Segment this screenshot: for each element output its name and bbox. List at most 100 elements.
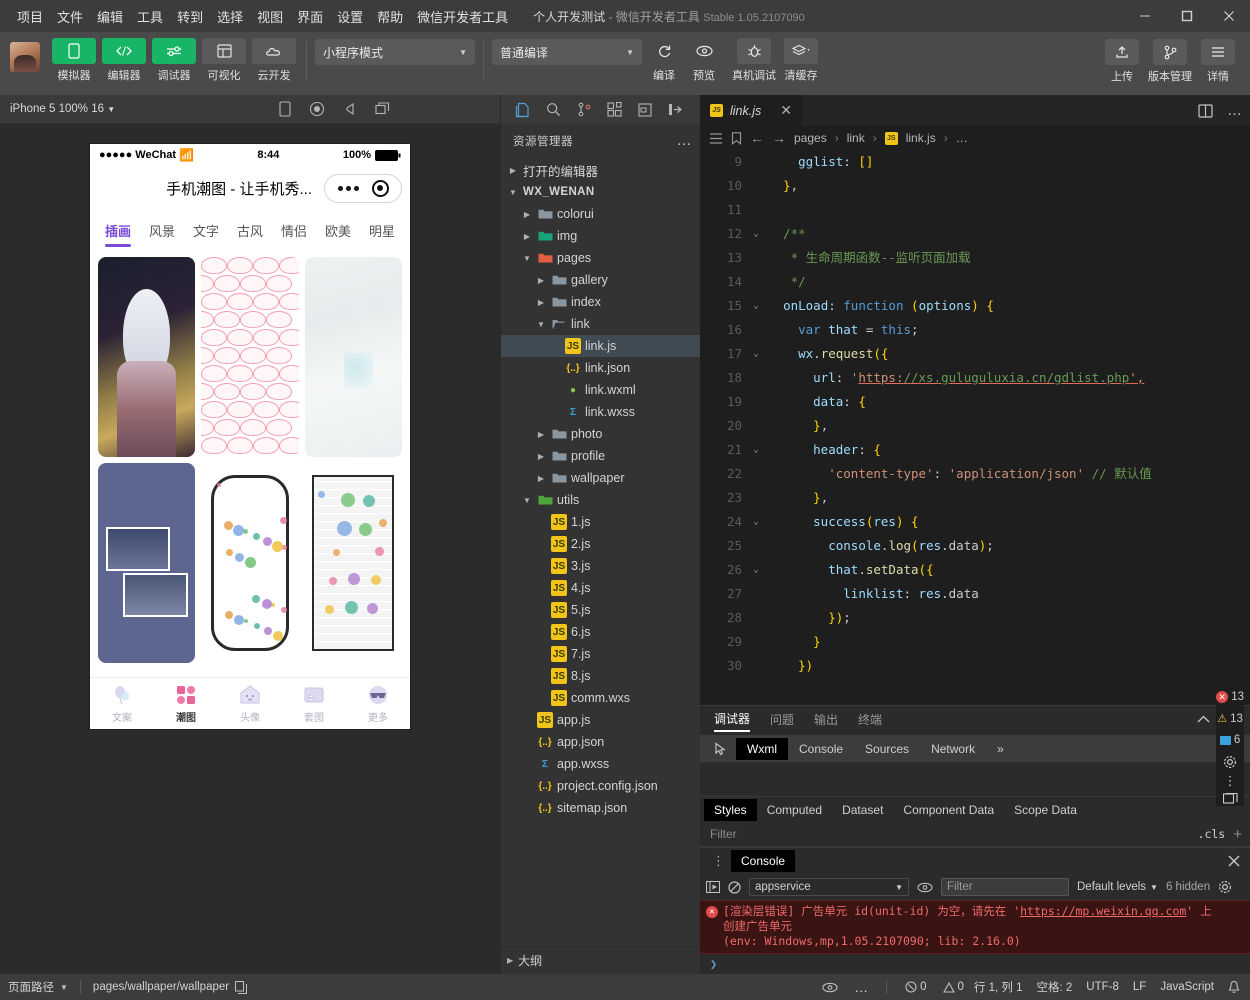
menu-item-view[interactable]: 视图 [250,4,290,29]
style-tab-computed[interactable]: Computed [757,799,832,821]
cls-button[interactable]: .cls [1198,827,1226,841]
editor-tab-linkjs[interactable]: JS link.js ✕ [700,95,803,126]
tree-open-editors[interactable]: ▶ 打开的编辑器 [501,159,700,181]
language-mode[interactable]: JavaScript [1160,981,1214,993]
breadcrumb-item-more[interactable]: … [956,131,968,145]
tree-item[interactable]: {..} link.json [501,357,700,379]
tree-item[interactable]: ▶ colorui [501,203,700,225]
console-levels-select[interactable]: Default levels ▼ [1077,881,1158,893]
eol[interactable]: LF [1133,981,1146,993]
code-line[interactable]: onLoad: function (options) { [768,294,1250,318]
console-prompt[interactable]: ❯ [700,954,1250,974]
menu-item-project[interactable]: 项目 [10,4,50,29]
console-error-link[interactable]: https://mp.weixin.qq.com [1020,904,1186,918]
tree-item[interactable]: ▼ link [501,313,700,335]
panel-tab-problems[interactable]: 问题 [770,711,794,731]
styles-filter-input[interactable]: Filter [710,827,737,841]
source-control-icon[interactable] [577,102,591,117]
code-line[interactable]: */ [768,270,1250,294]
toolbar-debugger-button[interactable]: 调试器 [150,38,198,83]
bookmark-icon[interactable] [731,131,742,145]
code-line[interactable]: gglist: [] [768,150,1250,174]
tree-item[interactable]: JS 8.js [501,665,700,687]
tree-project-root[interactable]: ▼ WX_WENAN [501,181,700,203]
upload-button[interactable]: 上传 [1102,39,1142,84]
error-badge[interactable]: ✕ 13 [1216,691,1244,703]
code-line[interactable]: data: { [768,390,1250,414]
tabbar-item-wenan[interactable]: 文案 [90,684,154,724]
code-line[interactable]: } [768,630,1250,654]
devtools-tab-wxml[interactable]: Wxml [736,737,788,760]
fold-marker[interactable]: ⌄ [748,510,764,534]
grid-item-image[interactable] [201,463,299,663]
tree-item[interactable]: {..} app.json [501,731,700,753]
more-icon[interactable]: … [677,132,693,149]
code-line[interactable]: }) [768,654,1250,678]
tree-item[interactable]: ▼ utils [501,489,700,511]
code-line[interactable]: }); [768,606,1250,630]
tree-item[interactable]: ▼ pages [501,247,700,269]
tree-item[interactable]: ▶ gallery [501,269,700,291]
minimize-icon[interactable] [1124,0,1166,32]
tree-item[interactable]: Σapp.wxss [501,753,700,775]
tree-item[interactable]: ▶ index [501,291,700,313]
tree-item[interactable]: JS 4.js [501,577,700,599]
menu-item-interface[interactable]: 界面 [290,4,330,29]
kebab-icon[interactable]: ⋮ [1224,774,1237,787]
real-device-debug-button[interactable]: 真机调试 [730,38,778,83]
style-tab-component-data[interactable]: Component Data [893,799,1004,821]
breadcrumb-item-linkjs[interactable]: link.js [906,131,936,145]
tree-item[interactable]: JS app.js [501,709,700,731]
code-line[interactable]: wx.request({ [768,342,1250,366]
compile-button[interactable]: 编译 [644,38,684,83]
search-icon[interactable] [546,102,561,117]
grid-item-image[interactable] [201,257,299,457]
grid-item-image[interactable] [98,463,196,663]
toolbar-visual-button[interactable]: 可视化 [200,38,248,83]
files-icon[interactable] [515,102,530,118]
code-line[interactable]: var that = this; [768,318,1250,342]
tabbar-item-gengduo[interactable]: 更多 [346,684,410,724]
inspect-element-icon[interactable] [706,741,736,756]
copy-icon[interactable] [235,980,248,994]
version-control-button[interactable]: 版本管理 [1144,39,1196,84]
tree-item[interactable]: JS 5.js [501,599,700,621]
device-select[interactable]: iPhone 5 100% 16 ▼ [10,103,115,115]
code-line[interactable]: linklist: res.data [768,582,1250,606]
tree-item[interactable]: ▶ img [501,225,700,247]
record-icon[interactable] [309,101,325,117]
code-content[interactable]: gglist: [] }, /** * 生命周期函数--监听页面加载 */ on… [764,150,1250,705]
category-tab-4[interactable]: 情侣 [272,216,316,249]
tree-item[interactable]: JS 3.js [501,555,700,577]
menu-item-help[interactable]: 帮助 [370,4,410,29]
tree-item[interactable]: Σlink.wxss [501,401,700,423]
dock-icon[interactable] [1222,793,1238,806]
tree-item[interactable]: ● link.wxml [501,379,700,401]
code-line[interactable] [768,198,1250,222]
fold-column[interactable]: ⌄ ⌄ ⌄ ⌄ ⌄ ⌄ [748,150,764,705]
fold-marker[interactable]: ⌄ [748,558,764,582]
code-line[interactable]: }, [768,174,1250,198]
code-line[interactable]: header: { [768,438,1250,462]
page-path-label[interactable]: 页面路径 [8,979,54,995]
breadcrumb-item-link[interactable]: link [847,131,865,145]
fold-marker[interactable]: ⌄ [748,342,764,366]
compile-icon[interactable] [638,102,652,117]
close-icon[interactable] [1228,855,1240,867]
more-dots-icon[interactable] [337,185,359,191]
message-badge[interactable]: 6 [1219,734,1240,746]
code-line[interactable]: }, [768,486,1250,510]
page-path-value[interactable]: pages/wallpaper/wallpaper [93,981,229,993]
collapse-icon[interactable] [668,103,682,116]
panel-tab-output[interactable]: 输出 [814,711,838,731]
menu-item-edit[interactable]: 编辑 [90,4,130,29]
tree-item[interactable]: {..} sitemap.json [501,797,700,819]
panel-tab-terminal[interactable]: 终端 [858,711,882,731]
devtools-tab-console[interactable]: Console [788,738,854,760]
code-line[interactable]: }, [768,414,1250,438]
clear-cache-button[interactable]: 清缓存 [778,38,824,83]
code-line[interactable]: that.setData({ [768,558,1250,582]
devtools-tab-network[interactable]: Network [920,738,986,760]
tree-item[interactable]: JS comm.wxs [501,687,700,709]
style-tab-styles[interactable]: Styles [704,798,757,821]
